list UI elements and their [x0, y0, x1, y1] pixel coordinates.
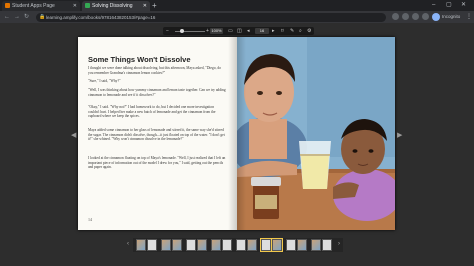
- book-spread: Some Things Won't Dissolve I thought we …: [78, 37, 395, 230]
- zoom-in-icon[interactable]: +: [206, 27, 209, 35]
- url-input[interactable]: 🔒 learning.amplify.com/books/97816438201…: [36, 12, 386, 22]
- paragraph: Maya added some cinnamon to her glass of…: [88, 128, 225, 141]
- illustration: [237, 37, 395, 230]
- lock-icon: 🔒: [39, 13, 46, 20]
- apps-favicon-icon: [5, 3, 10, 8]
- avatar[interactable]: [432, 12, 440, 21]
- page-thumbnail[interactable]: [286, 239, 296, 251]
- page-thumbnail[interactable]: [161, 239, 171, 251]
- fit-page-icon[interactable]: ▭: [228, 27, 233, 35]
- paragraph: I thought we were done talking about dis…: [88, 66, 222, 75]
- back-icon[interactable]: ←: [4, 12, 10, 22]
- url-text: learning.amplify.com/books/9781643820153…: [46, 14, 156, 20]
- new-tab-button[interactable]: +: [152, 0, 157, 11]
- extension-icon[interactable]: [392, 13, 399, 20]
- address-bar-row: ← → ↻ 🔒 learning.amplify.com/books/97816…: [0, 11, 474, 23]
- tab-label: Student Apps Page: [12, 3, 55, 9]
- book-favicon-icon: [85, 3, 90, 8]
- page-thumbnail[interactable]: [322, 239, 332, 251]
- minimize-icon[interactable]: –: [432, 0, 435, 10]
- forward-icon[interactable]: →: [14, 12, 20, 22]
- page-thumbnail[interactable]: [197, 239, 207, 251]
- browser-tab-bar: Student Apps Page ✕ Solving Dissolving ✕…: [0, 0, 474, 11]
- page-thumbnail-strip: ‹ ›: [127, 238, 343, 252]
- browser-menu-icon[interactable]: ⋮: [466, 12, 472, 22]
- thumbnails-previous-icon[interactable]: ‹: [127, 241, 129, 247]
- tab-student-apps[interactable]: Student Apps Page ✕: [2, 1, 80, 11]
- paragraph: "Okay," I said. "Why not?" I had homewor…: [88, 105, 216, 118]
- page-title: Some Things Won't Dissolve: [88, 55, 191, 64]
- reload-icon[interactable]: ↻: [24, 12, 29, 22]
- page-thumbnail[interactable]: [222, 239, 232, 251]
- book-gutter: [228, 37, 246, 230]
- previous-spread-arrow-icon[interactable]: ◀: [71, 131, 76, 139]
- zoom-out-icon[interactable]: −: [166, 27, 169, 35]
- close-window-icon[interactable]: ✕: [461, 0, 466, 10]
- page-thumbnail[interactable]: [247, 239, 257, 251]
- extension-icon[interactable]: [422, 13, 429, 20]
- zoom-slider-handle[interactable]: [180, 29, 184, 33]
- page-thumbnail[interactable]: [297, 239, 307, 251]
- page-thumbnail[interactable]: [186, 239, 196, 251]
- page-thumbnail-current[interactable]: [271, 238, 283, 252]
- next-page-icon[interactable]: ▸: [272, 27, 275, 35]
- page-number: 14: [88, 217, 92, 222]
- page-thumbnail[interactable]: [311, 239, 321, 251]
- close-tab-icon[interactable]: ✕: [73, 1, 77, 11]
- bookmark-icon[interactable]: ⌑: [281, 27, 284, 35]
- page-thumbnail[interactable]: [147, 239, 157, 251]
- page-thumbnail[interactable]: [172, 239, 182, 251]
- highlight-icon[interactable]: ✎: [290, 27, 294, 35]
- settings-icon[interactable]: ⚙: [307, 27, 311, 35]
- page-thumbnail[interactable]: [136, 239, 146, 251]
- illustration-boys-lemonade: [237, 37, 395, 230]
- page-thumbnail-current[interactable]: [260, 238, 272, 252]
- extension-icon[interactable]: [402, 13, 409, 20]
- thumbnails-next-icon[interactable]: ›: [338, 241, 340, 247]
- previous-page-icon[interactable]: ◂: [247, 27, 250, 35]
- close-tab-icon[interactable]: ✕: [143, 1, 147, 11]
- paragraph: "Well, I was thinking about how yummy ci…: [88, 88, 226, 97]
- search-icon[interactable]: ⌕: [299, 27, 302, 35]
- viewer-toolbar: − + 100% ▭ ◫ ◂ 16 ▸ ⌑ ✎ ⌕ ⚙: [163, 27, 314, 35]
- paragraph: I looked at the cinnamon floating on top…: [88, 156, 226, 169]
- page-number-input[interactable]: 16: [255, 28, 269, 34]
- page-thumbnail[interactable]: [211, 239, 221, 251]
- zoom-value[interactable]: 100%: [210, 28, 223, 34]
- paragraph: "Sure," I said, "Why?": [88, 79, 121, 83]
- tab-label: Solving Dissolving: [92, 3, 133, 9]
- profile-label: Incognito: [442, 14, 461, 19]
- left-page: Some Things Won't Dissolve I thought we …: [78, 37, 237, 230]
- two-page-icon[interactable]: ◫: [237, 27, 242, 35]
- tab-solving-dissolving[interactable]: Solving Dissolving ✕: [82, 1, 150, 11]
- maximize-icon[interactable]: ▢: [446, 0, 452, 10]
- next-spread-arrow-icon[interactable]: ▶: [397, 131, 402, 139]
- page-thumbnail[interactable]: [236, 239, 246, 251]
- extension-icon[interactable]: [412, 13, 419, 20]
